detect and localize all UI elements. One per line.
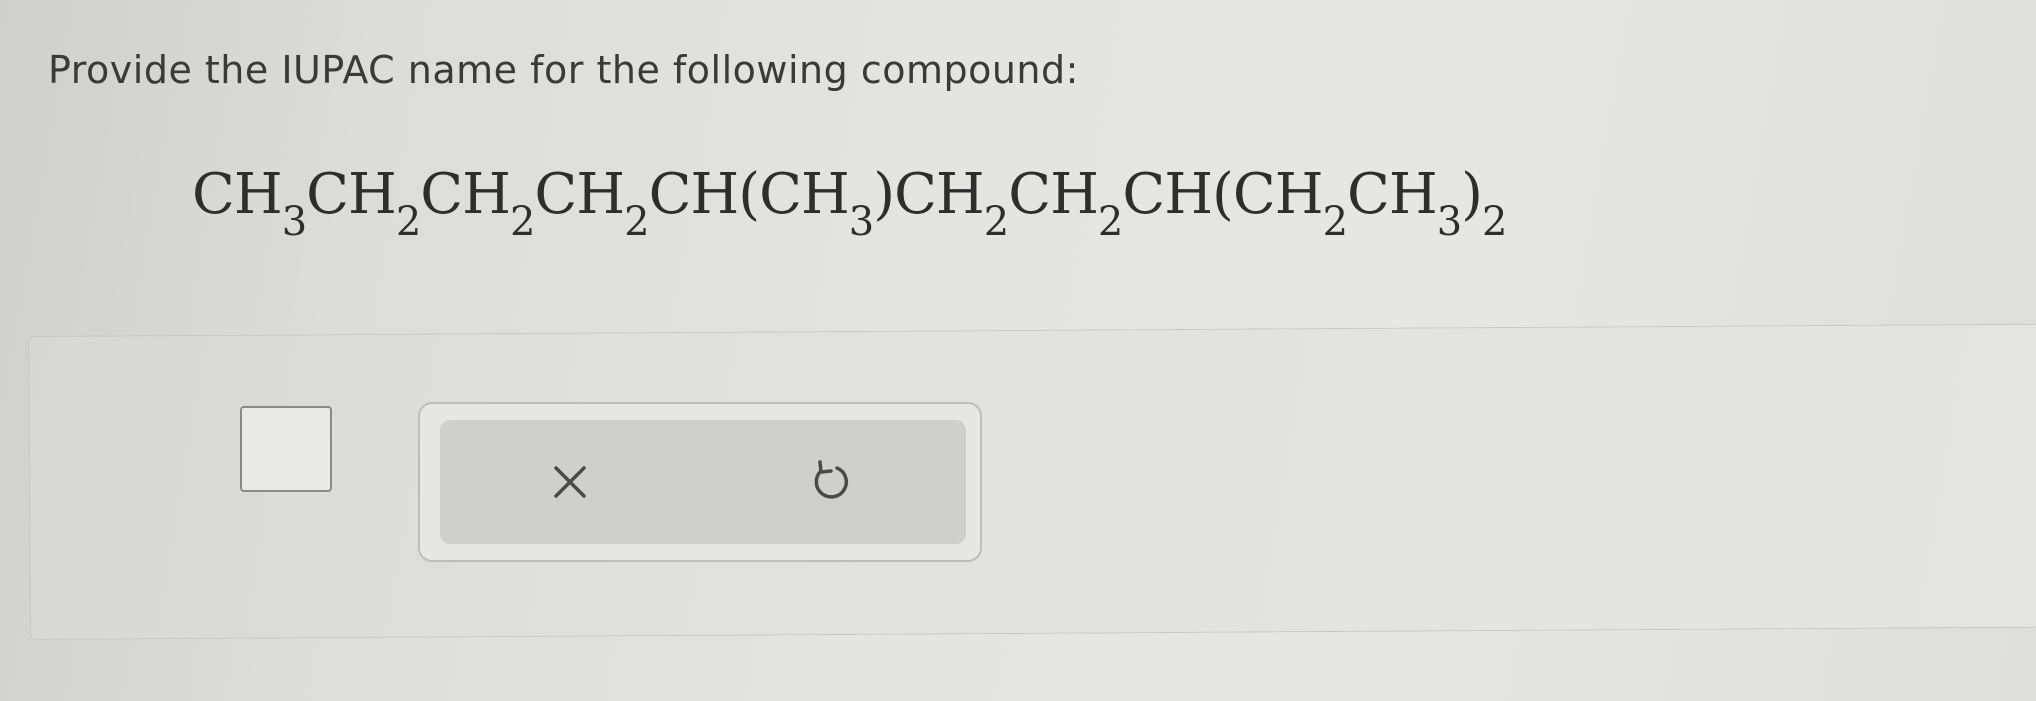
undo-button[interactable] — [794, 446, 866, 518]
formula-subscript: 3 — [281, 199, 307, 245]
formula-subscript: 2 — [624, 199, 649, 245]
undo-icon — [807, 459, 853, 505]
formula-segment: )CH — [873, 162, 985, 227]
formula-segment: CH — [1008, 162, 1099, 227]
formula-subscript: 2 — [395, 199, 421, 245]
formula-subscript: 2 — [983, 199, 1009, 245]
formula-subscript: 2 — [1097, 199, 1123, 245]
close-icon — [550, 462, 590, 502]
formula-subscript: 3 — [848, 199, 874, 245]
formula-segment: ) — [1461, 162, 1483, 227]
toolbar-inner — [440, 420, 966, 544]
clear-button[interactable] — [534, 446, 606, 518]
formula-segment: CH — [306, 162, 397, 227]
formula-subscript: 2 — [509, 199, 535, 245]
chemical-formula: CH3CH2CH2CH2CH(CH3)CH2CH2CH(CH2CH3)2 — [192, 162, 1508, 242]
formula-segment: CH — [1347, 162, 1438, 227]
question-prompt: Provide the IUPAC name for the following… — [48, 48, 1079, 92]
formula-subscript: 3 — [1436, 199, 1462, 245]
formula-segment: CH — [192, 162, 283, 227]
formula-segment: CH(CH — [1122, 162, 1323, 227]
formula-segment: CH — [534, 162, 625, 227]
answer-input-box[interactable] — [240, 406, 332, 492]
formula-segment: CH — [420, 162, 511, 227]
answer-toolbar — [418, 402, 982, 562]
formula-subscript: 2 — [1482, 199, 1507, 245]
formula-segment: CH(CH — [648, 162, 850, 227]
formula-subscript: 2 — [1322, 199, 1348, 245]
